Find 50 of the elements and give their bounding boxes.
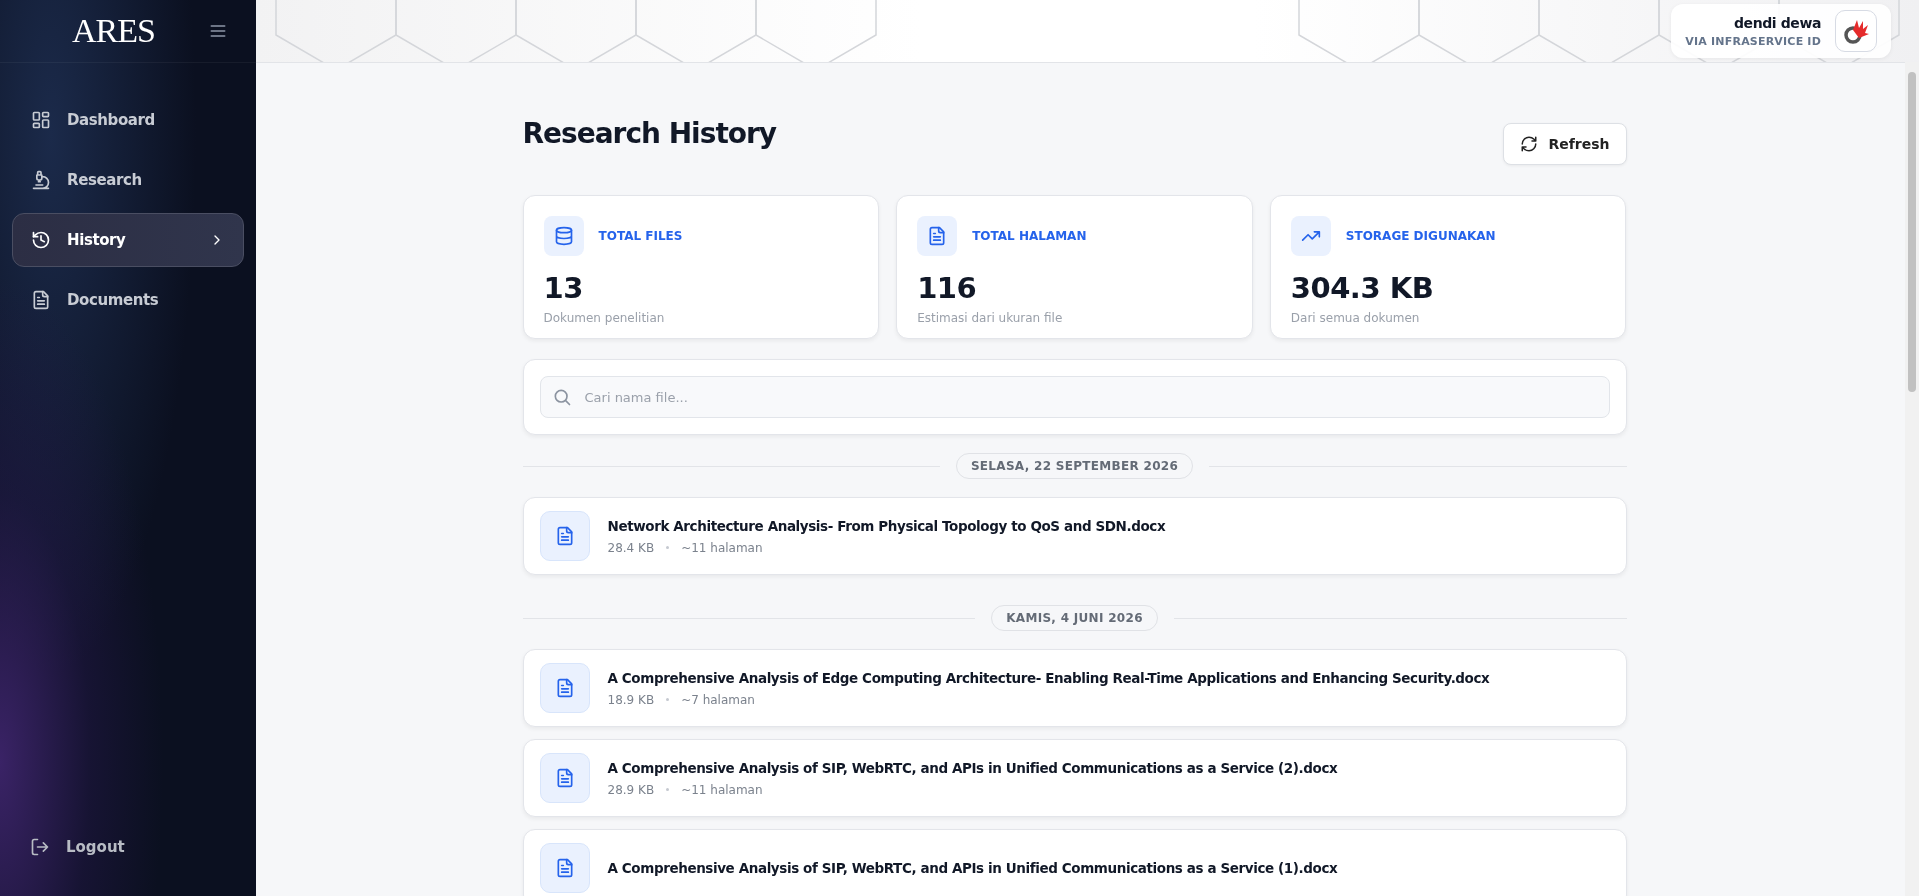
page-count: ~7 halaman <box>681 692 755 707</box>
stat-label: TOTAL FILES <box>598 229 683 243</box>
document-icon <box>927 226 948 246</box>
file-card[interactable]: A Comprehensive Analysis of SIP, WebRTC, and APIs in Unified Communications as a Service (1).docx <box>522 829 1627 896</box>
microscope-icon <box>31 170 51 190</box>
nav-item[interactable]: Dashboard <box>12 93 244 147</box>
refresh-icon <box>1520 135 1539 153</box>
stat-value: 116 <box>917 271 978 305</box>
file-name: Network Architecture Analysis- From Physical Topology to QoS and SDN.docx <box>607 517 1166 534</box>
grid-icon <box>31 110 51 130</box>
stat-value: 13 <box>543 271 584 305</box>
document-icon <box>31 290 51 310</box>
search-field[interactable]: Cari nama file... <box>539 376 1610 418</box>
stat-caption: Estimasi dari ukuran file <box>917 311 1064 325</box>
separator-dot <box>666 546 670 549</box>
file-name: A Comprehensive Analysis of SIP, WebRTC, and APIs in Unified Communications as a Service (2).docx <box>607 759 1338 776</box>
stat-label: TOTAL HALAMAN <box>972 229 1087 243</box>
nav-item[interactable]: Documents <box>12 273 244 327</box>
separator-dot <box>666 788 670 791</box>
user-provider: VIA INFRASERVICE ID <box>1685 34 1821 48</box>
refresh-button[interactable]: Refresh <box>1503 123 1627 165</box>
scrollbar[interactable] <box>1905 62 1919 896</box>
logout-link[interactable]: Logout <box>0 832 256 862</box>
stat-caption: Dari semua dokumen <box>1290 311 1421 325</box>
logout-icon <box>30 837 50 857</box>
file-name: A Comprehensive Analysis of Edge Computing Architecture- Enabling Real-Time Applications and Enhancing Security.docx <box>607 669 1490 686</box>
stat-caption: Dokumen penelitian <box>543 311 666 325</box>
user-card[interactable]: dendi dewa VIA INFRASERVICE ID <box>1671 4 1891 58</box>
page-title: Research History <box>522 117 777 150</box>
file-name: A Comprehensive Analysis of SIP, WebRTC, and APIs in Unified Communications as a Service (1).docx <box>607 860 1338 876</box>
date-label: KAMIS, 4 JUNI 2026 <box>991 605 1158 631</box>
user-name: dendi dewa <box>1732 14 1821 31</box>
nav-item[interactable]: Research <box>12 153 244 207</box>
stat-value: 304.3 KB <box>1290 271 1435 305</box>
nav-item[interactable]: History <box>12 213 244 267</box>
file-size: 18.9 KB <box>607 692 655 707</box>
logo: ARES <box>72 12 155 50</box>
file-card[interactable]: A Comprehensive Analysis of Edge Computing Architecture- Enabling Real-Time Applications and Enhancing Security.docx 18.9 KB ~7 halaman <box>522 649 1627 727</box>
file-size: 28.9 KB <box>607 782 655 797</box>
database-icon <box>553 226 574 246</box>
file-card[interactable]: A Comprehensive Analysis of SIP, WebRTC, and APIs in Unified Communications as a Service (2).docx 28.9 KB ~11 halaman <box>522 739 1627 817</box>
file-card[interactable]: Network Architecture Analysis- From Physical Topology to QoS and SDN.docx 28.4 KB ~11 halaman <box>522 497 1627 575</box>
stat-label: STORAGE DIGUNAKAN <box>1345 229 1496 243</box>
date-label: SELASA, 22 SEPTEMBER 2026 <box>955 453 1194 479</box>
avatar-logo-icon <box>1835 10 1877 52</box>
separator-dot <box>666 698 670 701</box>
history-icon <box>31 230 51 250</box>
page-count: ~11 halaman <box>681 782 763 797</box>
file-size: 28.4 KB <box>607 540 655 555</box>
page-count: ~11 halaman <box>681 540 763 555</box>
